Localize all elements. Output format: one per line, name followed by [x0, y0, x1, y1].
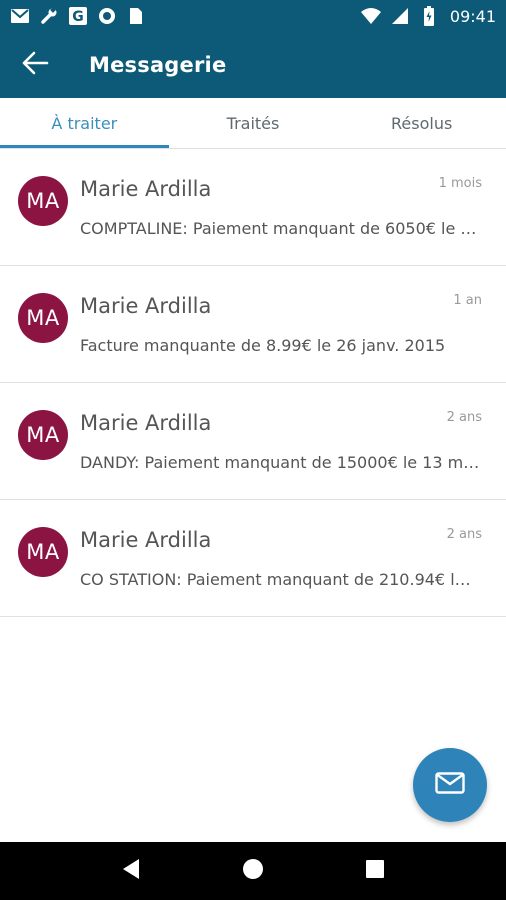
tab-traites[interactable]: Traités	[169, 98, 338, 148]
status-bar: G 09:41	[0, 0, 506, 32]
home-circle-icon	[242, 858, 264, 884]
tab-bar: À traiter Traités Résolus	[0, 98, 506, 148]
message-preview: DANDY: Paiement manquant de 15000€ le 13…	[80, 453, 480, 472]
message-time: 1 an	[453, 293, 482, 308]
sender-name: Marie Ardilla	[80, 528, 212, 552]
avatar: MA	[18, 176, 68, 226]
battery-icon	[419, 6, 439, 26]
nav-back-button[interactable]	[107, 847, 155, 895]
sender-name: Marie Ardilla	[80, 294, 212, 318]
app-bar: Messagerie	[0, 32, 506, 98]
message-preview: COMPTALINE: Paiement manquant de 6050€ l…	[80, 219, 480, 238]
sender-name: Marie Ardilla	[80, 177, 212, 201]
message-time: 2 ans	[446, 527, 482, 542]
tab-a-traiter[interactable]: À traiter	[0, 98, 169, 148]
status-system: 09:41	[360, 6, 496, 26]
back-triangle-icon	[121, 858, 141, 884]
signal-icon	[390, 7, 410, 25]
back-button[interactable]	[0, 32, 70, 98]
record-icon	[97, 7, 117, 25]
list-item[interactable]: MA Marie Ardilla 2 ans CO STATION: Paiem…	[0, 500, 506, 617]
avatar: MA	[18, 527, 68, 577]
nav-home-button[interactable]	[229, 847, 277, 895]
sender-name: Marie Ardilla	[80, 411, 212, 435]
list-item[interactable]: MA Marie Ardilla 1 mois COMPTALINE: Paie…	[0, 149, 506, 266]
arrow-back-icon	[21, 51, 49, 79]
message-time: 1 mois	[438, 176, 482, 191]
tab-resolus[interactable]: Résolus	[337, 98, 506, 148]
sim-card-icon	[126, 7, 146, 25]
message-time: 2 ans	[446, 410, 482, 425]
nav-recents-button[interactable]	[351, 847, 399, 895]
recents-square-icon	[365, 859, 385, 883]
gmail-icon	[10, 7, 30, 25]
status-time: 09:41	[449, 6, 496, 26]
mail-icon	[435, 772, 465, 798]
compose-message-button[interactable]	[413, 748, 487, 822]
avatar: MA	[18, 293, 68, 343]
list-item[interactable]: MA Marie Ardilla 1 an Facture manquante …	[0, 266, 506, 383]
status-notifications: G	[10, 7, 146, 25]
google-icon: G	[68, 7, 88, 25]
svg-text:G: G	[72, 9, 84, 25]
system-nav-bar	[0, 842, 506, 900]
message-list: MA Marie Ardilla 1 mois COMPTALINE: Paie…	[0, 149, 506, 617]
wrench-icon	[39, 7, 59, 25]
wifi-icon	[360, 7, 381, 25]
page-title: Messagerie	[89, 53, 227, 77]
message-preview: Facture manquante de 8.99€ le 26 janv. 2…	[80, 336, 446, 355]
message-preview: CO STATION: Paiement manquant de 210.94€…	[80, 570, 480, 589]
list-item[interactable]: MA Marie Ardilla 2 ans DANDY: Paiement m…	[0, 383, 506, 500]
avatar: MA	[18, 410, 68, 460]
